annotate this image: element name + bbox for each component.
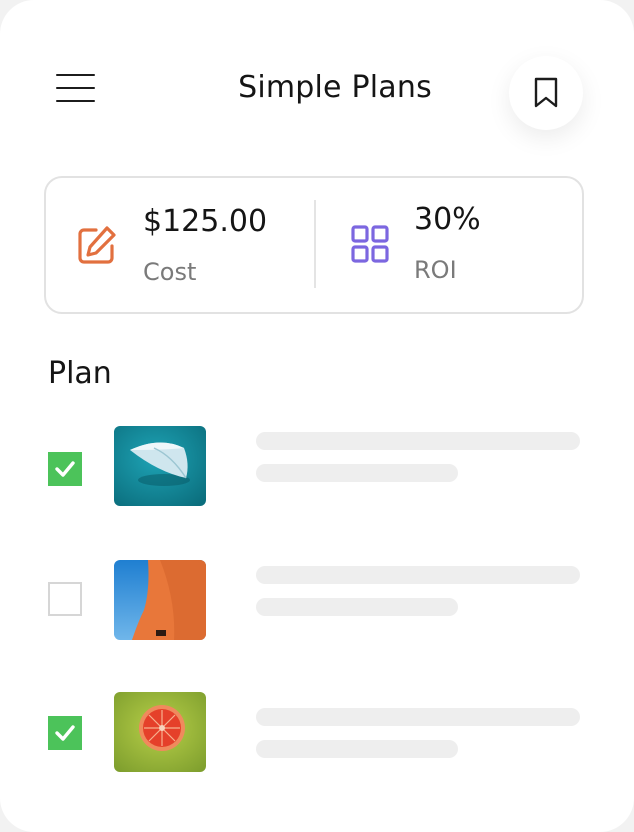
- grid-icon: [351, 225, 389, 267]
- stats-panel: $125.00 Cost 30% ROI: [44, 176, 584, 314]
- plan-item: [0, 692, 634, 782]
- plan-item-thumbnail: [114, 692, 206, 772]
- plan-item: [0, 426, 634, 516]
- hamburger-menu-icon[interactable]: [56, 74, 96, 104]
- plan-section-title: Plan: [48, 356, 112, 391]
- roi-label: ROI: [414, 256, 457, 284]
- checkmark-icon: [55, 725, 75, 741]
- checkmark-icon: [55, 461, 75, 477]
- edit-icon: [76, 224, 118, 270]
- plan-item: [0, 560, 634, 650]
- page-title: Simple Plans: [238, 70, 432, 105]
- text-placeholder-line: [256, 598, 458, 616]
- cost-label: Cost: [143, 258, 197, 286]
- roi-value: 30%: [414, 202, 481, 237]
- bookmark-icon: [534, 77, 558, 108]
- plan-item-checkbox[interactable]: [48, 582, 82, 616]
- text-placeholder-line: [256, 432, 580, 450]
- text-placeholder-line: [256, 464, 458, 482]
- text-placeholder-line: [256, 566, 580, 584]
- stats-divider: [314, 200, 316, 288]
- text-placeholder-line: [256, 708, 580, 726]
- plan-item-checkbox[interactable]: [48, 452, 82, 486]
- plans-card: Simple Plans $125.00 Cost 30% ROI Plan: [0, 0, 634, 832]
- plan-item-checkbox[interactable]: [48, 716, 82, 750]
- plan-item-thumbnail: [114, 560, 206, 640]
- text-placeholder-line: [256, 740, 458, 758]
- cost-value: $125.00: [143, 204, 268, 239]
- plan-item-thumbnail: [114, 426, 206, 506]
- bookmark-button[interactable]: [509, 56, 583, 130]
